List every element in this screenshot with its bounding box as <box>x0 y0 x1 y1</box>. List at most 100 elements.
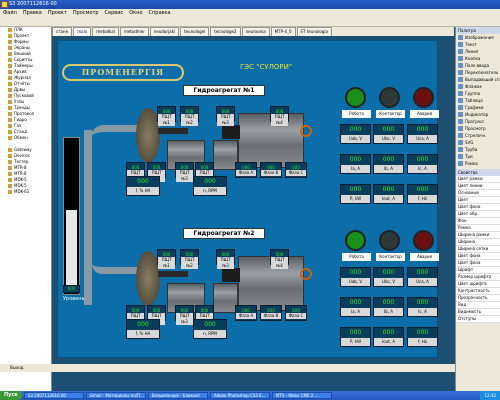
palette-item[interactable]: Поле ввода <box>456 62 500 69</box>
property-row[interactable]: Рамка <box>456 225 500 232</box>
sensor-top: 000 ПЩТ №3 <box>216 249 235 269</box>
voltage-indicator-value: 000 <box>382 269 395 276</box>
shaft <box>158 128 188 134</box>
palette-item[interactable]: Три <box>456 153 500 160</box>
tab-8[interactable]: neuroonia <box>241 27 270 36</box>
menu-service[interactable]: Сервис <box>105 10 124 16</box>
palette-item[interactable]: SVG <box>456 139 500 146</box>
task-s3[interactable]: S3 2007112616 00 <box>23 392 84 399</box>
power-indicator-value: 000 <box>416 186 429 193</box>
palette-item[interactable]: Переключатель <box>456 69 500 76</box>
task-photoshop[interactable]: Adobe Photoshop CS3 E... <box>209 392 270 399</box>
palette-item[interactable]: Просмотр <box>456 125 500 132</box>
tab-5[interactable]: neudorjakl <box>149 27 180 36</box>
sensor-top: 000 ПЩТ №4 <box>270 249 289 269</box>
tab-4[interactable]: metodmer <box>119 27 149 36</box>
property-row[interactable]: Ширина <box>456 239 500 246</box>
sensor-top-label: ПЩТ №1 <box>158 257 175 269</box>
palette-item[interactable]: Индикатор <box>456 111 500 118</box>
property-row[interactable]: Цвет линии <box>456 183 500 190</box>
property-row[interactable]: Прозрачность <box>456 295 500 302</box>
task-gmail[interactable]: Gmail - Материалы по/П... <box>85 392 146 399</box>
sensor-top-label: ПЩТ №2 <box>181 114 198 126</box>
property-row[interactable]: Шрифт <box>456 267 500 274</box>
menu-file[interactable]: Файл <box>3 10 17 16</box>
task-notepad[interactable]: Безымянный - Блокнот <box>147 392 208 399</box>
indicator-lamp <box>345 87 366 108</box>
menu-window[interactable]: Окно <box>129 10 142 16</box>
voltage-indicator: 000 Uca, A <box>407 267 438 287</box>
menu-help[interactable]: Справка <box>149 10 171 16</box>
sensor-top-label: ПЩТ №3 <box>217 114 234 126</box>
task-browser[interactable]: MTS - Webo CMS 2... <box>271 392 332 399</box>
property-row[interactable]: Цвет фона <box>456 253 500 260</box>
project-tree: ПЛК Проект Формы Экраны Вешний Скрипты Таймеры… <box>0 27 51 141</box>
palette-item[interactable]: Прогресс <box>456 118 500 125</box>
phase-temp: 000 Фаза А <box>235 305 257 321</box>
property-row[interactable]: Контрастность <box>456 288 500 295</box>
property-row[interactable]: Основные <box>456 190 500 197</box>
palette-item[interactable]: Кнопка <box>456 55 500 62</box>
tab-9[interactable]: МТР-4_0 <box>270 27 296 36</box>
palette-item[interactable]: Текст <box>456 41 500 48</box>
current-indicator-value: 000 <box>349 156 362 163</box>
property-row[interactable]: Вид <box>456 302 500 309</box>
palette-item[interactable]: Стрелочн. <box>456 132 500 139</box>
voltage-indicator-label: Uab, V <box>341 135 370 143</box>
current-indicator-value: 000 <box>382 156 395 163</box>
voltage-indicator-value: 000 <box>416 126 429 133</box>
property-row[interactable]: Цвет рамки <box>456 176 500 183</box>
tab-3[interactable]: metodkal <box>92 27 119 36</box>
tab-6[interactable]: teunologel <box>180 27 210 36</box>
sensor-top: 000 ПЩТ №2 <box>180 249 199 269</box>
tab-10[interactable]: ST teunologia <box>296 27 332 36</box>
tab-7[interactable]: tecnologe2 <box>210 27 241 36</box>
property-row[interactable]: Цвет шрифта <box>456 281 500 288</box>
sensor-top-label: ПЩТ №2 <box>181 257 198 269</box>
power-indicator: 000 f, Hz <box>407 184 438 204</box>
voltage-indicator-value: 000 <box>349 269 362 276</box>
current-indicator: 000 Ia, A <box>340 154 371 174</box>
palette-item[interactable]: Выпадающий список <box>456 76 500 83</box>
palette-item[interactable]: Графики <box>456 104 500 111</box>
tab-1[interactable]: станн <box>52 27 73 36</box>
menu-view[interactable]: Просмотр <box>73 10 99 16</box>
phase-temp-label: Фаза А <box>236 313 256 319</box>
property-row[interactable]: Цвет фона <box>456 260 500 267</box>
palette-item[interactable]: Рамка <box>456 160 500 167</box>
property-row[interactable]: Фон <box>456 218 500 225</box>
voltage-indicator: 000 Uca, A <box>407 124 438 144</box>
property-row[interactable]: Отступы <box>456 316 500 323</box>
menu-project[interactable]: Проект <box>48 10 67 16</box>
start-button[interactable]: Пуск <box>0 391 22 400</box>
property-row[interactable]: Цвет обр. <box>456 211 500 218</box>
palette-item[interactable]: Изображения <box>456 34 500 41</box>
water-pipe-vertical <box>84 130 92 305</box>
palette-item[interactable]: Таблица <box>456 97 500 104</box>
current-indicator-label: Ia, A <box>341 308 370 316</box>
palette-item[interactable]: Линия <box>456 48 500 55</box>
tab-main[interactable]: main <box>73 27 92 36</box>
property-row[interactable]: Размер шрифта <box>456 274 500 281</box>
property-row[interactable]: Ширина сетки <box>456 246 500 253</box>
palette-item[interactable]: Флажок <box>456 83 500 90</box>
current-indicator-label: Ib, A <box>374 308 403 316</box>
lamp-label: Авария <box>410 253 439 261</box>
menu-bar: Файл Правка Проект Просмотр Сервис Окно Справк… <box>0 9 500 18</box>
property-row[interactable]: Цвет фона <box>456 204 500 211</box>
voltage-indicator-label: Uca, A <box>408 278 437 286</box>
menu-edit[interactable]: Правка <box>23 10 42 16</box>
property-row[interactable]: Видимость <box>456 309 500 316</box>
device-tree-item[interactable]: MDK-61 <box>0 189 51 195</box>
power-indicator: 000 f, Hz <box>407 327 438 347</box>
palette-item[interactable]: Труба <box>456 146 500 153</box>
voltage-indicator-label: Ubc, V <box>374 135 403 143</box>
power-indicator-label: f, Hz <box>408 195 437 203</box>
property-row[interactable]: Цвет <box>456 197 500 204</box>
property-row[interactable]: Ширина рамки <box>456 232 500 239</box>
power-indicator: 000 Iout, A <box>373 184 404 204</box>
sensor-mid-label: ПЩТ №3 <box>176 170 193 182</box>
current-indicator-label: Ic, A <box>408 308 437 316</box>
tree-item[interactable]: Обмен <box>0 135 51 141</box>
palette-item[interactable]: Группа <box>456 90 500 97</box>
